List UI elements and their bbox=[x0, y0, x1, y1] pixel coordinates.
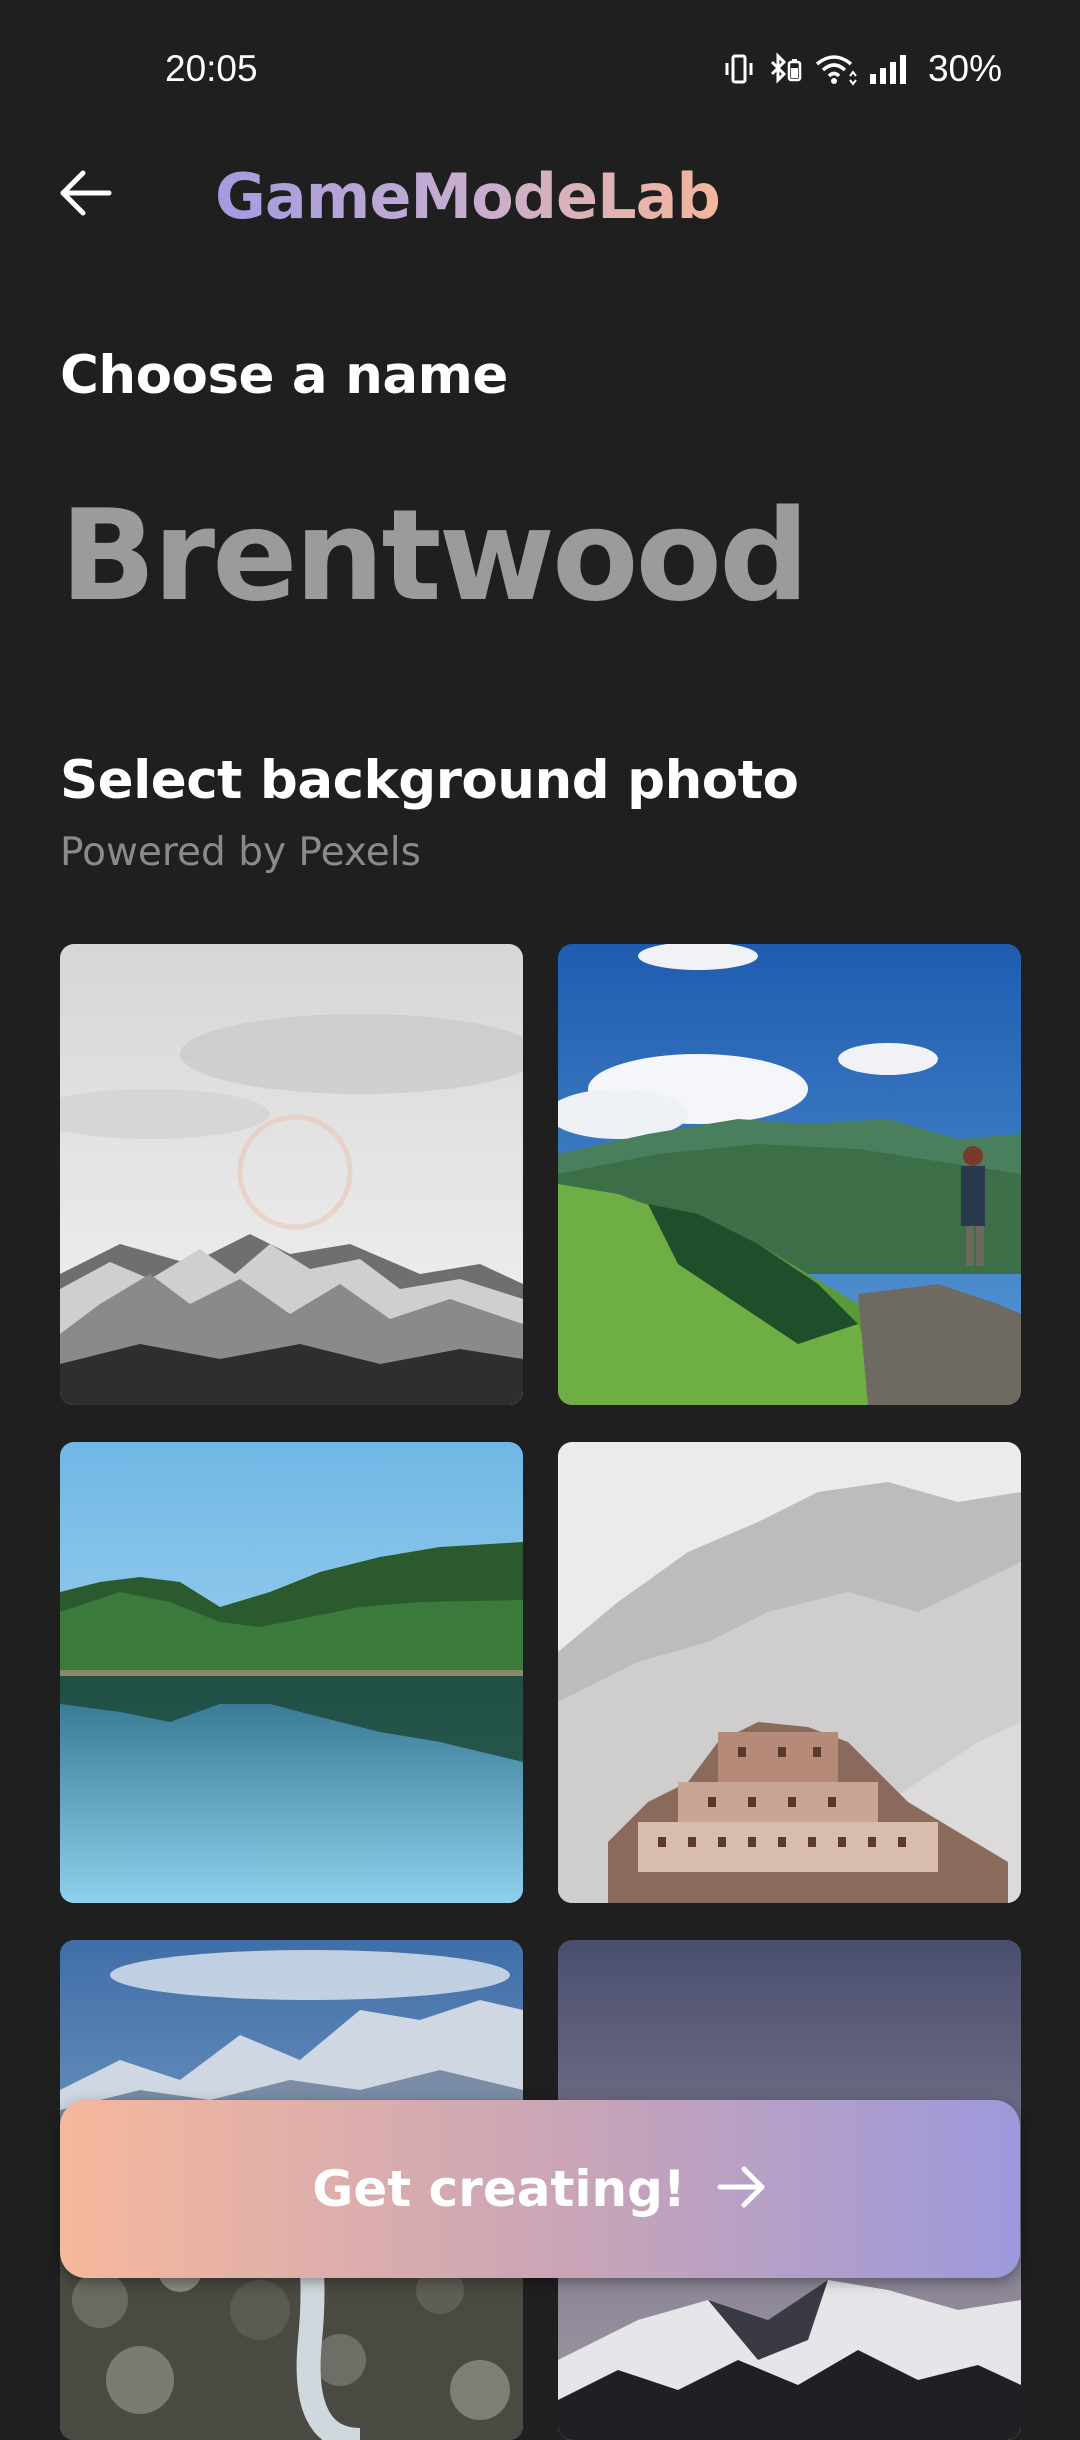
select-photo-heading: Select background photo bbox=[60, 750, 799, 811]
status-icons: 30% bbox=[722, 48, 1002, 90]
powered-by-label: Powered by Pexels bbox=[60, 830, 421, 875]
name-input[interactable] bbox=[60, 480, 1020, 630]
app-title: GameModeLab bbox=[215, 160, 721, 233]
arrow-right-icon bbox=[716, 2165, 768, 2213]
signal-icon bbox=[868, 52, 912, 86]
photo-option-monastery[interactable] bbox=[558, 1442, 1021, 1903]
bluetooth-icon bbox=[766, 52, 804, 86]
get-creating-button[interactable]: Get creating! bbox=[60, 2100, 1020, 2278]
status-bar: 20:05 30% bbox=[0, 0, 1080, 140]
battery-percent: 30% bbox=[927, 48, 1002, 89]
wifi-icon bbox=[814, 52, 858, 86]
photo-option-snowy-mountains[interactable] bbox=[60, 944, 523, 1405]
get-creating-label: Get creating! bbox=[312, 2160, 686, 2218]
vibrate-icon bbox=[722, 52, 756, 86]
back-button[interactable] bbox=[55, 165, 115, 225]
photo-option-hiker-mountain[interactable] bbox=[558, 944, 1021, 1405]
choose-name-heading: Choose a name bbox=[60, 345, 508, 406]
status-time: 20:05 bbox=[165, 48, 258, 89]
arrow-left-icon bbox=[57, 168, 113, 222]
photo-option-forest-lake[interactable] bbox=[60, 1442, 523, 1903]
